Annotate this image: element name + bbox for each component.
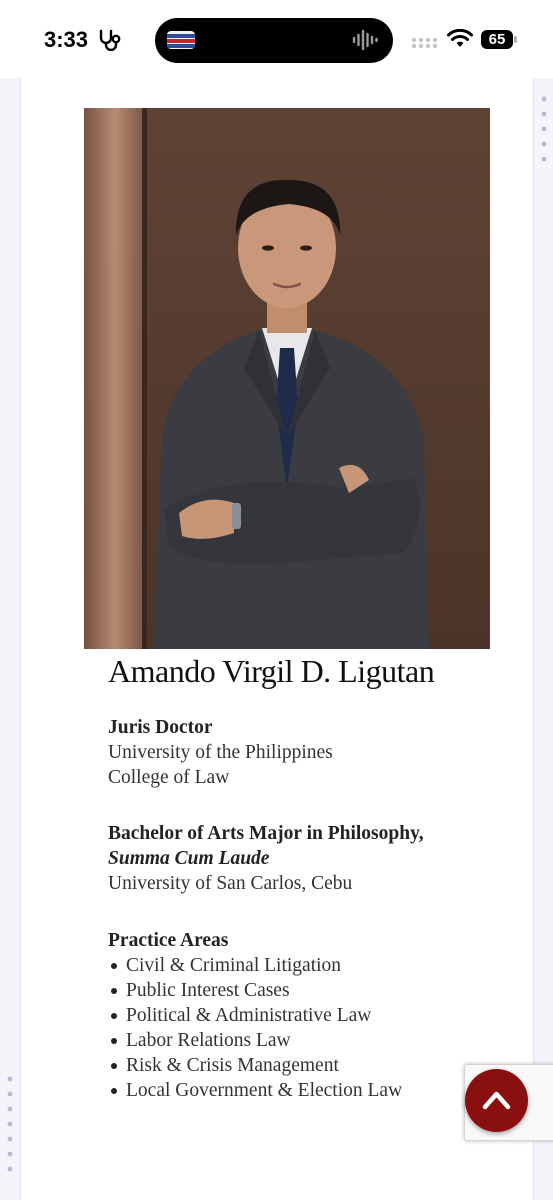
stethoscope-icon (98, 29, 124, 56)
signal-icon (411, 36, 439, 54)
school-line: College of Law (108, 767, 230, 788)
degree-title: Juris Doctor (108, 717, 213, 738)
school-line: University of the Philippines (108, 742, 333, 763)
practice-areas-heading: Practice Areas (108, 930, 229, 951)
chevron-up-icon (482, 1091, 511, 1110)
decorative-dots-right (540, 95, 548, 170)
decorative-dots-left (6, 1075, 14, 1190)
profile-card: Amando Virgil D. Ligutan Juris Doctor Un… (20, 78, 534, 1200)
list-item: Risk & Crisis Management (110, 1053, 402, 1078)
waveform-icon (352, 29, 380, 56)
practice-areas: Practice Areas Civil & Criminal Litigati… (108, 928, 402, 1103)
school-line: University of San Carlos, Cebu (108, 873, 353, 894)
education-bachelor-philosophy: Bachelor of Arts Major in Philosophy, Su… (108, 821, 424, 896)
education-juris-doctor: Juris Doctor University of the Philippin… (108, 715, 333, 790)
profile-photo (84, 108, 490, 649)
battery-indicator: 65 (481, 30, 513, 49)
degree-honors: Summa Cum Laude (108, 848, 270, 869)
profile-name: Amando Virgil D. Ligutan (108, 653, 435, 689)
practice-areas-list: Civil & Criminal Litigation Public Inter… (108, 953, 402, 1103)
wifi-icon (447, 28, 473, 54)
status-bar: 3:33 65 (0, 0, 553, 78)
list-item: Public Interest Cases (110, 978, 402, 1003)
now-playing-thumbnail (167, 31, 195, 49)
degree-title: Bachelor of Arts Major in Philosophy, (108, 823, 424, 844)
list-item: Civil & Criminal Litigation (110, 953, 402, 978)
list-item: Local Government & Election Law (110, 1080, 403, 1101)
status-time: 3:33 (44, 27, 89, 52)
list-item: Political & Administrative Law (110, 1003, 402, 1028)
battery-tip (514, 36, 517, 43)
scroll-to-top-button[interactable] (465, 1069, 528, 1132)
list-item: Labor Relations Law (110, 1028, 402, 1053)
